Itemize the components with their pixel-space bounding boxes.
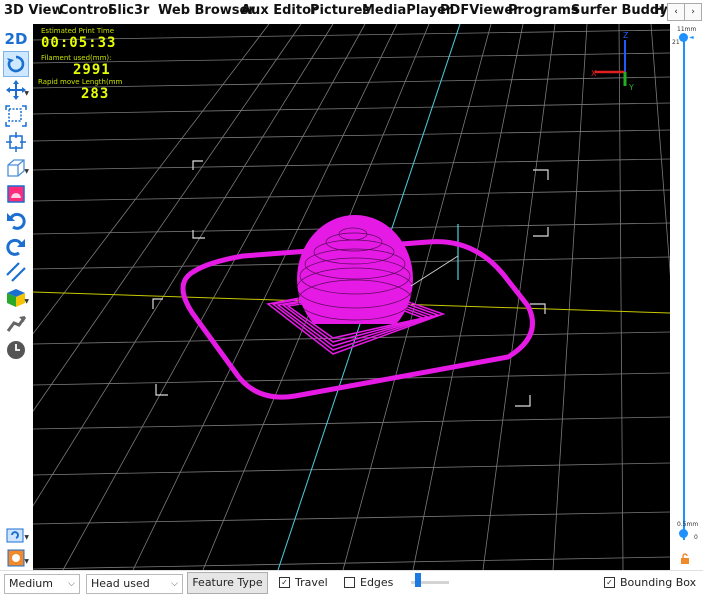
color-mode-select[interactable]: Head used ⌵ (86, 574, 183, 594)
edges-check-box (344, 577, 355, 588)
tool-path-icon (6, 316, 27, 332)
move-tool-button[interactable]: ▼ (3, 77, 29, 103)
feature-type-button[interactable]: Feature Type (187, 572, 268, 594)
tab-programs[interactable]: Programs (508, 3, 579, 18)
left-toolbar: 2D ▼ ▼ ▼ ▼ ▼ (0, 24, 33, 570)
layer-bottom-label: 0.5mm (677, 521, 699, 528)
layer-bottom-handle[interactable] (679, 529, 688, 538)
opacity-slider[interactable] (411, 573, 449, 593)
tab-bar: 3D View Control Slic3r Web Browser Aux E… (0, 0, 703, 26)
bounding-box-label: Bounding Box (620, 576, 697, 589)
chevron-down-icon: ⌵ (68, 579, 75, 589)
bounding-box-check-box: ✓ (604, 577, 615, 588)
redo-button[interactable] (3, 233, 29, 259)
undo-button[interactable] (3, 207, 29, 233)
lock-icon (681, 553, 689, 564)
fit-selection-icon (6, 132, 26, 152)
travel-check-box: ✓ (279, 577, 290, 588)
view-cube-button[interactable]: ▼ (3, 155, 29, 181)
tab-control[interactable]: Control (59, 3, 113, 18)
chevron-down-icon: ▼ (24, 90, 29, 97)
tab-scroll-right-button[interactable]: › (684, 3, 702, 21)
slice-lines-button[interactable] (3, 259, 29, 285)
clock-icon (7, 341, 25, 359)
rotate-tool-button[interactable] (3, 51, 29, 77)
travel-checkbox[interactable]: ✓ Travel (279, 576, 328, 589)
print-time-label: Estimated Print Time (41, 27, 115, 35)
chevron-down-icon: ▼ (24, 558, 29, 565)
quality-select-value: Medium (9, 577, 53, 590)
tool-path-button[interactable] (3, 311, 29, 337)
color-mode-select-value: Head used (91, 577, 150, 590)
object-button[interactable]: ▼ (3, 545, 29, 571)
fit-view-button[interactable] (3, 103, 29, 129)
quality-select[interactable]: Medium ⌵ (4, 574, 80, 594)
z-axis-label: Z (623, 31, 629, 40)
3d-viewport[interactable]: X Y Z Estimated Print Time 00:05:33 Fila… (33, 24, 670, 570)
slice-lines-icon (6, 262, 26, 282)
print-time-value: 00:05:33 (41, 35, 117, 51)
edges-checkbox[interactable]: Edges (344, 576, 393, 589)
filament-label: Filament used(mm): (41, 54, 112, 62)
undo-icon (7, 212, 26, 230)
layer-top-marker: ◄ (689, 34, 694, 41)
view-2d-toggle[interactable]: 2D (3, 26, 29, 52)
tab-slic3r[interactable]: Slic3r (108, 3, 149, 18)
redo-icon (6, 238, 25, 256)
chevron-down-icon: ▼ (24, 534, 29, 541)
layer-slider-track[interactable] (683, 36, 685, 540)
edges-label: Edges (360, 576, 394, 589)
help-button[interactable]: ▼ (3, 521, 29, 547)
tab-h[interactable]: H (654, 3, 665, 18)
fit-selection-button[interactable] (3, 129, 29, 155)
axes-gizmo: X Y Z (591, 31, 634, 92)
layer-top-handle[interactable] (679, 33, 688, 42)
travel-move-line (410, 255, 459, 287)
bottom-toolbar: Medium ⌵ Head used ⌵ Feature Type ✓ Trav… (0, 570, 703, 600)
scene-canvas: X Y Z (33, 24, 670, 570)
fit-view-icon (5, 105, 27, 127)
layer-view-button[interactable] (3, 181, 29, 207)
layer-top-label: 11mm (677, 26, 697, 33)
tab-mediaplayer[interactable]: MediaPlayer (362, 3, 452, 18)
clock-button[interactable] (3, 337, 29, 363)
rotate-icon (7, 55, 25, 73)
color-cube-button[interactable]: ▼ (3, 285, 29, 311)
lock-button[interactable] (679, 550, 691, 564)
chevron-down-icon: ▼ (24, 298, 29, 305)
y-axis-label: Y (628, 83, 634, 92)
chevron-down-icon: ⌵ (171, 579, 178, 589)
rapid-move-label: Rapid move Length(mm (38, 78, 123, 86)
rapid-move-value: 283 (81, 86, 110, 102)
opacity-slider-thumb[interactable] (415, 573, 421, 587)
view-2d-label: 2D (4, 30, 28, 48)
layer-view-icon (7, 185, 25, 203)
layer-bottom-value: 0 (694, 534, 698, 541)
bounding-box-checkbox[interactable]: ✓ Bounding Box (604, 576, 696, 589)
chevron-down-icon: ▼ (24, 168, 29, 175)
x-axis-label: X (591, 69, 597, 78)
tab-aux-editor[interactable]: Aux Editor (241, 3, 317, 18)
layer-slider-panel: 11mm 21 ◄ 0.5mm 0 (670, 24, 703, 570)
travel-label: Travel (295, 576, 328, 589)
tab-scroll-left-button[interactable]: ‹ (667, 3, 685, 21)
tab-3d-view[interactable]: 3D View (4, 0, 64, 26)
filament-value: 2991 (73, 62, 111, 78)
layer-top-value: 21 (672, 39, 680, 46)
